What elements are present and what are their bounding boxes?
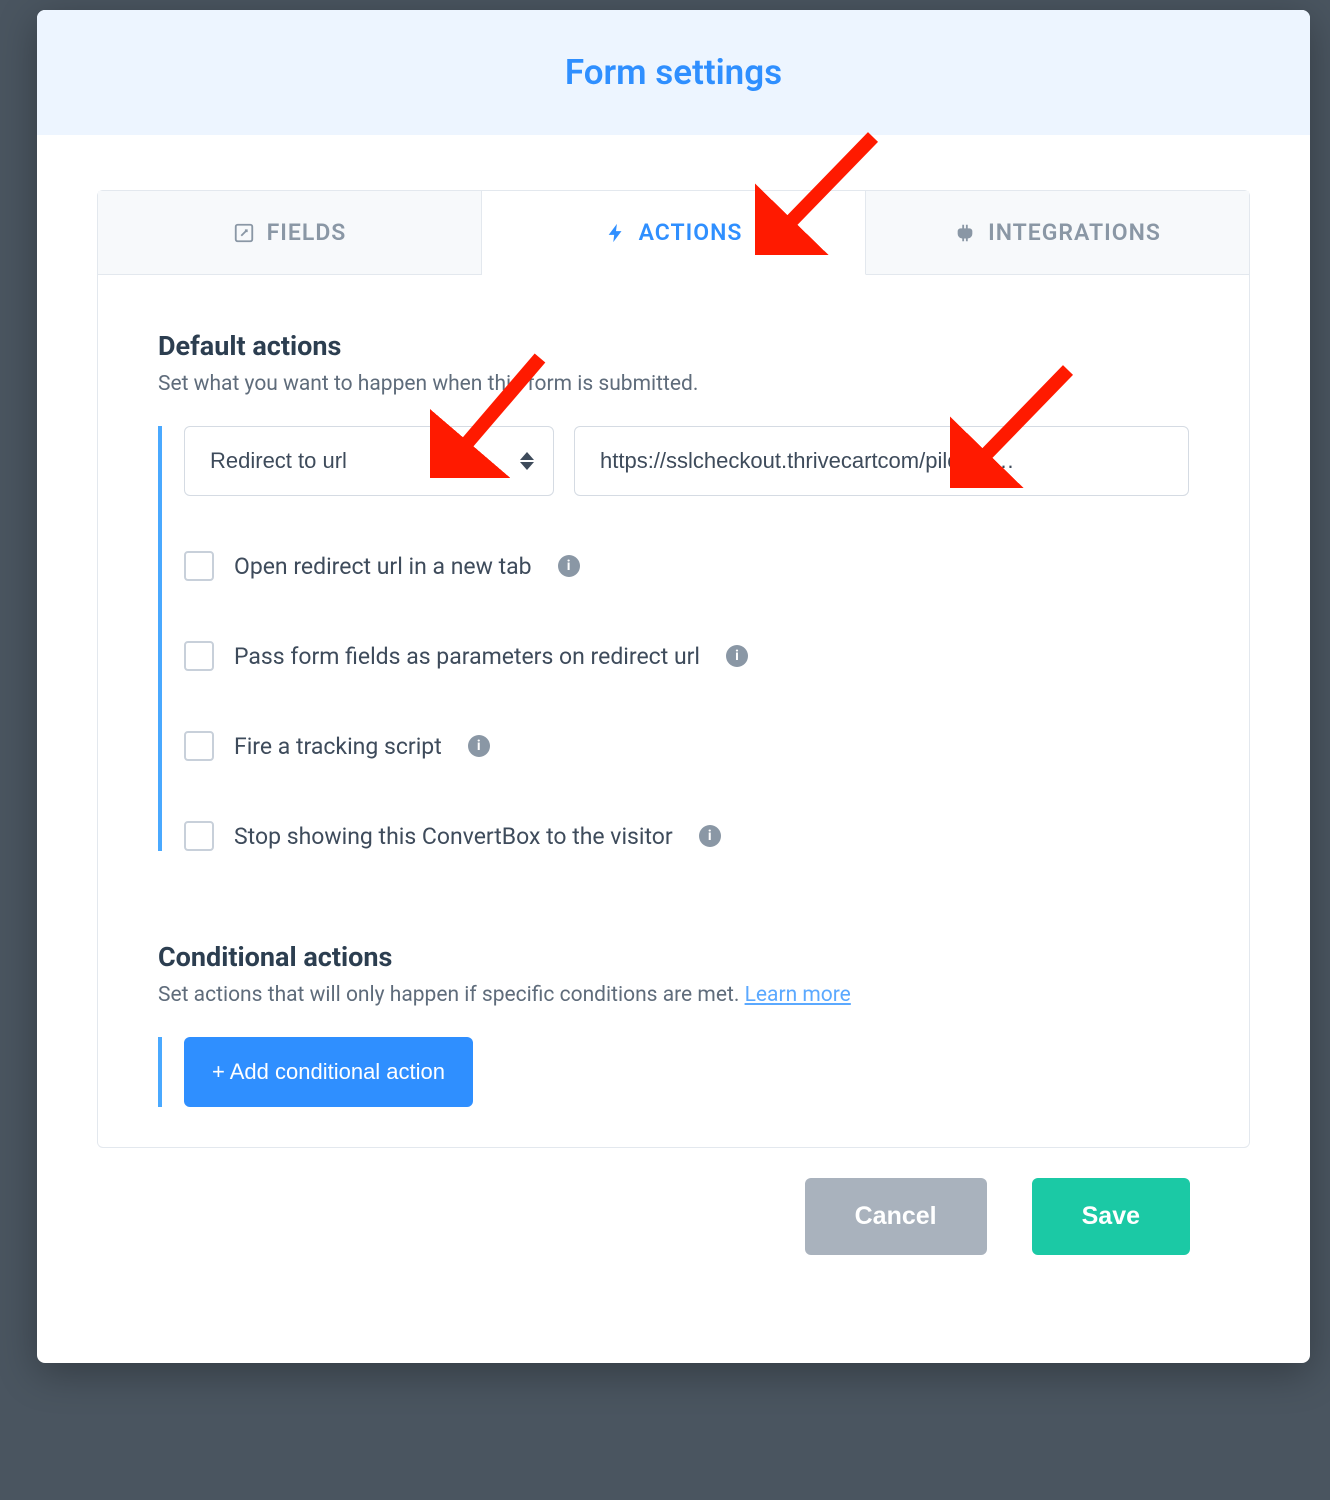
option-fire-tracking: Fire a tracking script i: [184, 731, 1189, 761]
modal-header: Form settings: [37, 10, 1310, 135]
tabs: FIELDS ACTIONS INTEGRATIONS: [98, 191, 1249, 275]
action-type-select[interactable]: [184, 426, 554, 496]
action-type-select-wrap: [184, 426, 554, 496]
conditional-actions-section: Conditional actions Set actions that wil…: [98, 921, 1249, 1147]
conditional-actions-title: Conditional actions: [158, 941, 1189, 973]
tab-actions-label: ACTIONS: [639, 219, 743, 246]
cancel-button[interactable]: Cancel: [805, 1178, 987, 1255]
label-pass-params: Pass form fields as parameters on redire…: [234, 643, 700, 670]
info-icon[interactable]: i: [468, 735, 490, 757]
default-actions-subtitle: Set what you want to happen when this fo…: [158, 372, 1189, 396]
form-settings-modal: Form settings FIELDS ACTIONS: [37, 10, 1310, 1363]
add-conditional-action-button[interactable]: + Add conditional action: [184, 1037, 473, 1107]
settings-panel: FIELDS ACTIONS INTEGRATIONS: [97, 190, 1250, 1148]
default-actions-section: Default actions Set what you want to hap…: [98, 275, 1249, 921]
checkbox-open-new-tab[interactable]: [184, 551, 214, 581]
info-icon[interactable]: i: [699, 825, 721, 847]
label-stop-showing: Stop showing this ConvertBox to the visi…: [234, 823, 673, 850]
option-pass-params: Pass form fields as parameters on redire…: [184, 641, 1189, 671]
option-open-new-tab: Open redirect url in a new tab i: [184, 551, 1189, 581]
learn-more-link[interactable]: Learn more: [745, 983, 851, 1007]
tab-integrations-label: INTEGRATIONS: [988, 219, 1161, 246]
info-icon[interactable]: i: [726, 645, 748, 667]
modal-footer: Cancel Save: [97, 1148, 1250, 1303]
checkbox-fire-tracking[interactable]: [184, 731, 214, 761]
tab-integrations[interactable]: INTEGRATIONS: [866, 191, 1249, 274]
modal-title: Form settings: [57, 52, 1290, 93]
redirect-url-input[interactable]: [574, 426, 1189, 496]
save-button[interactable]: Save: [1032, 1178, 1190, 1255]
label-open-new-tab: Open redirect url in a new tab: [234, 553, 532, 580]
tab-fields-label: FIELDS: [267, 219, 347, 246]
edit-icon: [233, 222, 255, 244]
lightning-icon: [605, 222, 627, 244]
label-fire-tracking: Fire a tracking script: [234, 733, 442, 760]
checkbox-pass-params[interactable]: [184, 641, 214, 671]
plug-icon: [954, 222, 976, 244]
conditional-actions-subtitle: Set actions that will only happen if spe…: [158, 983, 1189, 1007]
checkbox-stop-showing[interactable]: [184, 821, 214, 851]
tab-actions[interactable]: ACTIONS: [482, 191, 866, 275]
default-actions-title: Default actions: [158, 330, 1189, 362]
option-stop-showing: Stop showing this ConvertBox to the visi…: [184, 821, 1189, 851]
tab-fields[interactable]: FIELDS: [98, 191, 482, 274]
info-icon[interactable]: i: [558, 555, 580, 577]
